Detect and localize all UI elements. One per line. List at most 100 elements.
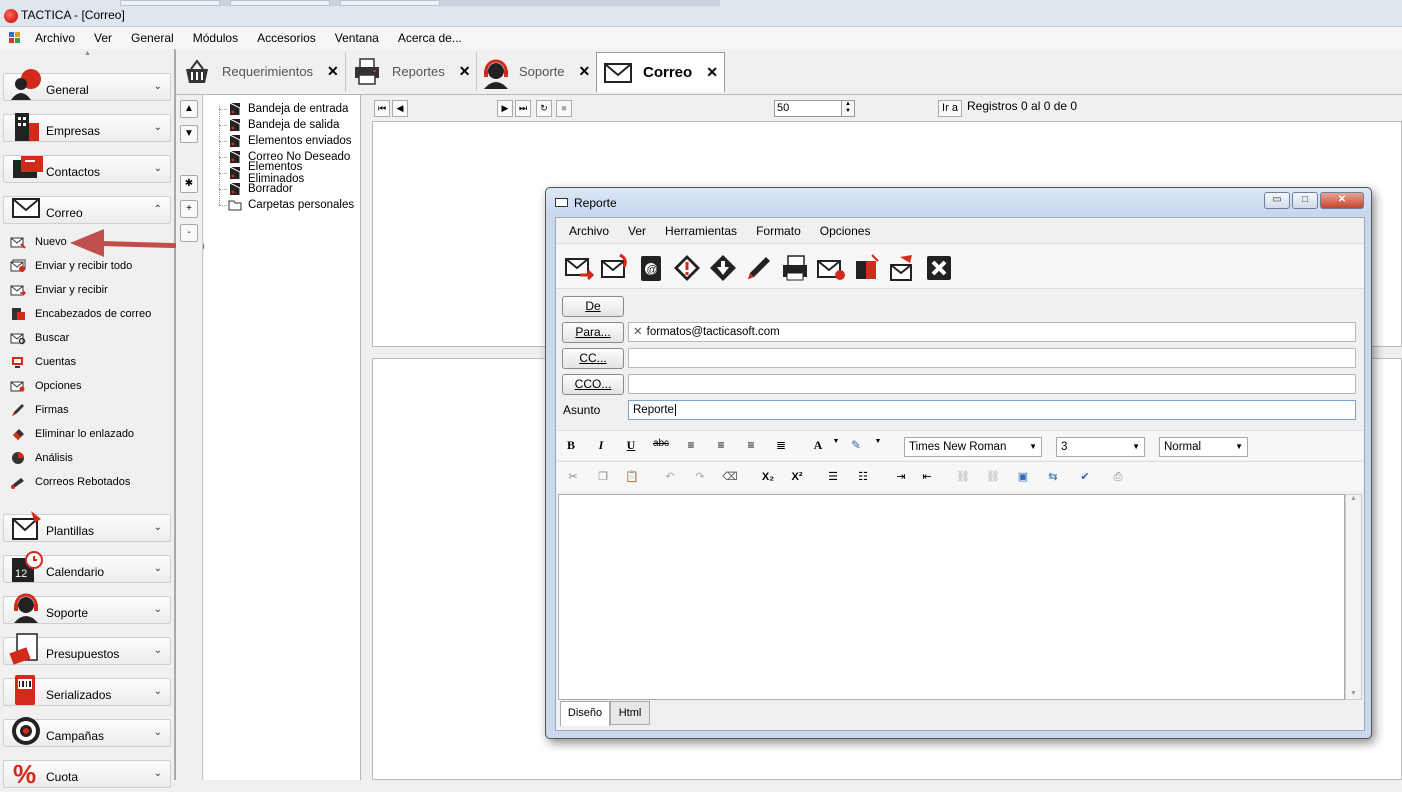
- sidebar-group-6[interactable]: % Cuota ⌄: [3, 759, 171, 789]
- tab-requerimientos[interactable]: Requerimientos ✕: [176, 52, 346, 91]
- superscript-icon[interactable]: X²: [789, 469, 805, 485]
- align-justify-icon[interactable]: ≣: [772, 438, 790, 452]
- folder-node[interactable]: Bandeja de salida: [228, 117, 339, 133]
- priority-high-icon[interactable]: [672, 253, 702, 283]
- bullet-list-icon[interactable]: ☷: [855, 469, 871, 485]
- book-icon[interactable]: [852, 253, 882, 283]
- menu-item-2[interactable]: General: [131, 31, 174, 45]
- address-book-icon[interactable]: @: [636, 253, 666, 283]
- sidebar-group-empresas[interactable]: Empresas ⌄: [3, 113, 171, 142]
- folder-node[interactable]: Bandeja de entrada: [228, 101, 348, 117]
- tab-design[interactable]: Diseño: [560, 701, 610, 726]
- signature-pen-icon[interactable]: [744, 253, 774, 283]
- priority-low-icon[interactable]: [708, 253, 738, 283]
- message-editor[interactable]: [558, 494, 1345, 700]
- next-page-button[interactable]: ▶: [497, 100, 513, 117]
- mail-flag-icon[interactable]: [816, 253, 846, 283]
- sidebar-group-4[interactable]: Serializados ⌄: [3, 675, 171, 706]
- first-page-button[interactable]: ⏮: [374, 100, 390, 117]
- text-direction-icon[interactable]: ⇆: [1045, 469, 1061, 485]
- bcc-button[interactable]: CCO...: [562, 374, 624, 395]
- undo-icon[interactable]: ↶: [662, 469, 678, 485]
- minimize-button[interactable]: ▭: [1264, 192, 1290, 209]
- dialog-menu-item-1[interactable]: Ver: [628, 224, 646, 238]
- dialog-menu-item-4[interactable]: Opciones: [820, 224, 871, 238]
- sidebar-item-2[interactable]: Enviar y recibir: [10, 281, 108, 299]
- folder-node[interactable]: Elementos Eliminados: [228, 161, 360, 185]
- tab-reportes[interactable]: Reportes ✕: [346, 52, 478, 91]
- menu-item-0[interactable]: Archivo: [35, 31, 75, 45]
- close-tab-icon[interactable]: ✕: [327, 63, 339, 80]
- cut-icon[interactable]: ✂: [565, 469, 581, 485]
- nav-button-0[interactable]: ▲: [180, 100, 198, 118]
- menu-item-1[interactable]: Ver: [94, 31, 112, 45]
- menu-item-5[interactable]: Ventana: [335, 31, 379, 45]
- indent-icon[interactable]: ⇥: [893, 469, 909, 485]
- print-preview-icon[interactable]: ⎙: [1110, 469, 1126, 485]
- italic-button[interactable]: I: [592, 438, 610, 453]
- underline-button[interactable]: U: [622, 438, 640, 453]
- last-page-button[interactable]: ⏭: [515, 100, 531, 117]
- sidebar-item-6[interactable]: Opciones: [10, 377, 81, 395]
- folder-node[interactable]: Elementos enviados: [228, 133, 352, 149]
- print-icon[interactable]: [780, 253, 810, 283]
- page-size-input[interactable]: 50: [774, 100, 842, 117]
- eraser-icon[interactable]: ⌫: [722, 469, 738, 485]
- editor-scrollbar[interactable]: ▲ ▼: [1345, 494, 1362, 700]
- tab-correo[interactable]: Correo ✕: [596, 52, 725, 92]
- close-x-icon[interactable]: [924, 253, 954, 283]
- sidebar-item-8[interactable]: Eliminar lo enlazado: [10, 425, 134, 443]
- nav-button-1[interactable]: ▼: [180, 125, 198, 143]
- sidebar-item-9[interactable]: Análisis: [10, 449, 73, 467]
- tab-soporte[interactable]: Soporte ✕: [473, 52, 598, 91]
- send-attach-icon[interactable]: [600, 253, 630, 283]
- sidebar-group-2[interactable]: Soporte ⌄: [3, 593, 171, 624]
- subject-field[interactable]: Reporte: [628, 400, 1356, 420]
- stop-button[interactable]: ■: [556, 100, 572, 117]
- sidebar-group-correo[interactable]: Correo ⌃: [3, 196, 171, 224]
- spellcheck-icon[interactable]: ✔: [1077, 469, 1093, 485]
- close-tab-icon[interactable]: ✕: [459, 63, 471, 80]
- strikethrough-button[interactable]: abc: [650, 438, 672, 449]
- cc-button[interactable]: CC...: [562, 348, 624, 369]
- sidebar-grip-icon[interactable]: ▲: [84, 50, 91, 57]
- nav-button-3[interactable]: +: [180, 200, 198, 218]
- redo-icon[interactable]: ↷: [692, 469, 708, 485]
- outdent-icon[interactable]: ⇤: [919, 469, 935, 485]
- campaign-mail-icon[interactable]: [888, 253, 918, 283]
- font-size-select[interactable]: 3 ▼: [1056, 437, 1145, 457]
- highlight-dropdown-icon[interactable]: ▼: [869, 438, 887, 445]
- link-icon[interactable]: ⛓: [955, 469, 971, 485]
- sidebar-group-contactos[interactable]: Contactos ⌄: [3, 155, 171, 183]
- app-menu-icon[interactable]: [9, 32, 21, 44]
- to-button[interactable]: Para...: [562, 322, 624, 343]
- remove-recipient-icon[interactable]: ✕: [633, 326, 643, 338]
- close-tab-icon[interactable]: ✕: [579, 63, 591, 80]
- align-right-icon[interactable]: ≡: [742, 438, 760, 452]
- subscript-icon[interactable]: X₂: [760, 469, 776, 485]
- refresh-button[interactable]: ↻: [536, 100, 552, 117]
- goto-button[interactable]: Ir a: [938, 100, 962, 117]
- sidebar-group-0[interactable]: Plantillas ⌄: [3, 511, 171, 542]
- menu-item-4[interactable]: Accesorios: [257, 31, 316, 45]
- unlink-icon[interactable]: ⛓: [985, 469, 1001, 485]
- align-left-icon[interactable]: ≡: [682, 438, 700, 452]
- sidebar-item-5[interactable]: Cuentas: [10, 353, 76, 371]
- copy-icon[interactable]: ❐: [595, 469, 611, 485]
- sidebar-group-1[interactable]: 12 Calendario ⌄: [3, 551, 171, 583]
- tab-html[interactable]: Html: [610, 701, 650, 725]
- nav-button-2[interactable]: ✱: [180, 175, 198, 193]
- sidebar-group-3[interactable]: Presupuestos ⌄: [3, 633, 171, 665]
- font-family-select[interactable]: Times New Roman ▼: [904, 437, 1042, 457]
- cc-field[interactable]: [628, 348, 1356, 368]
- send-icon[interactable]: [564, 253, 595, 283]
- dialog-menu-item-2[interactable]: Herramientas: [665, 224, 737, 238]
- nav-button-4[interactable]: -: [180, 224, 198, 242]
- menu-item-3[interactable]: Módulos: [193, 31, 238, 45]
- sidebar-item-0[interactable]: Nuevo: [10, 233, 67, 251]
- paste-icon[interactable]: 📋: [624, 469, 640, 485]
- sidebar-item-1[interactable]: Enviar y recibir todo: [10, 257, 132, 275]
- bold-button[interactable]: B: [562, 438, 580, 453]
- highlight-color-icon[interactable]: ✎: [847, 438, 865, 452]
- sidebar-item-10[interactable]: Correos Rebotados: [10, 473, 130, 491]
